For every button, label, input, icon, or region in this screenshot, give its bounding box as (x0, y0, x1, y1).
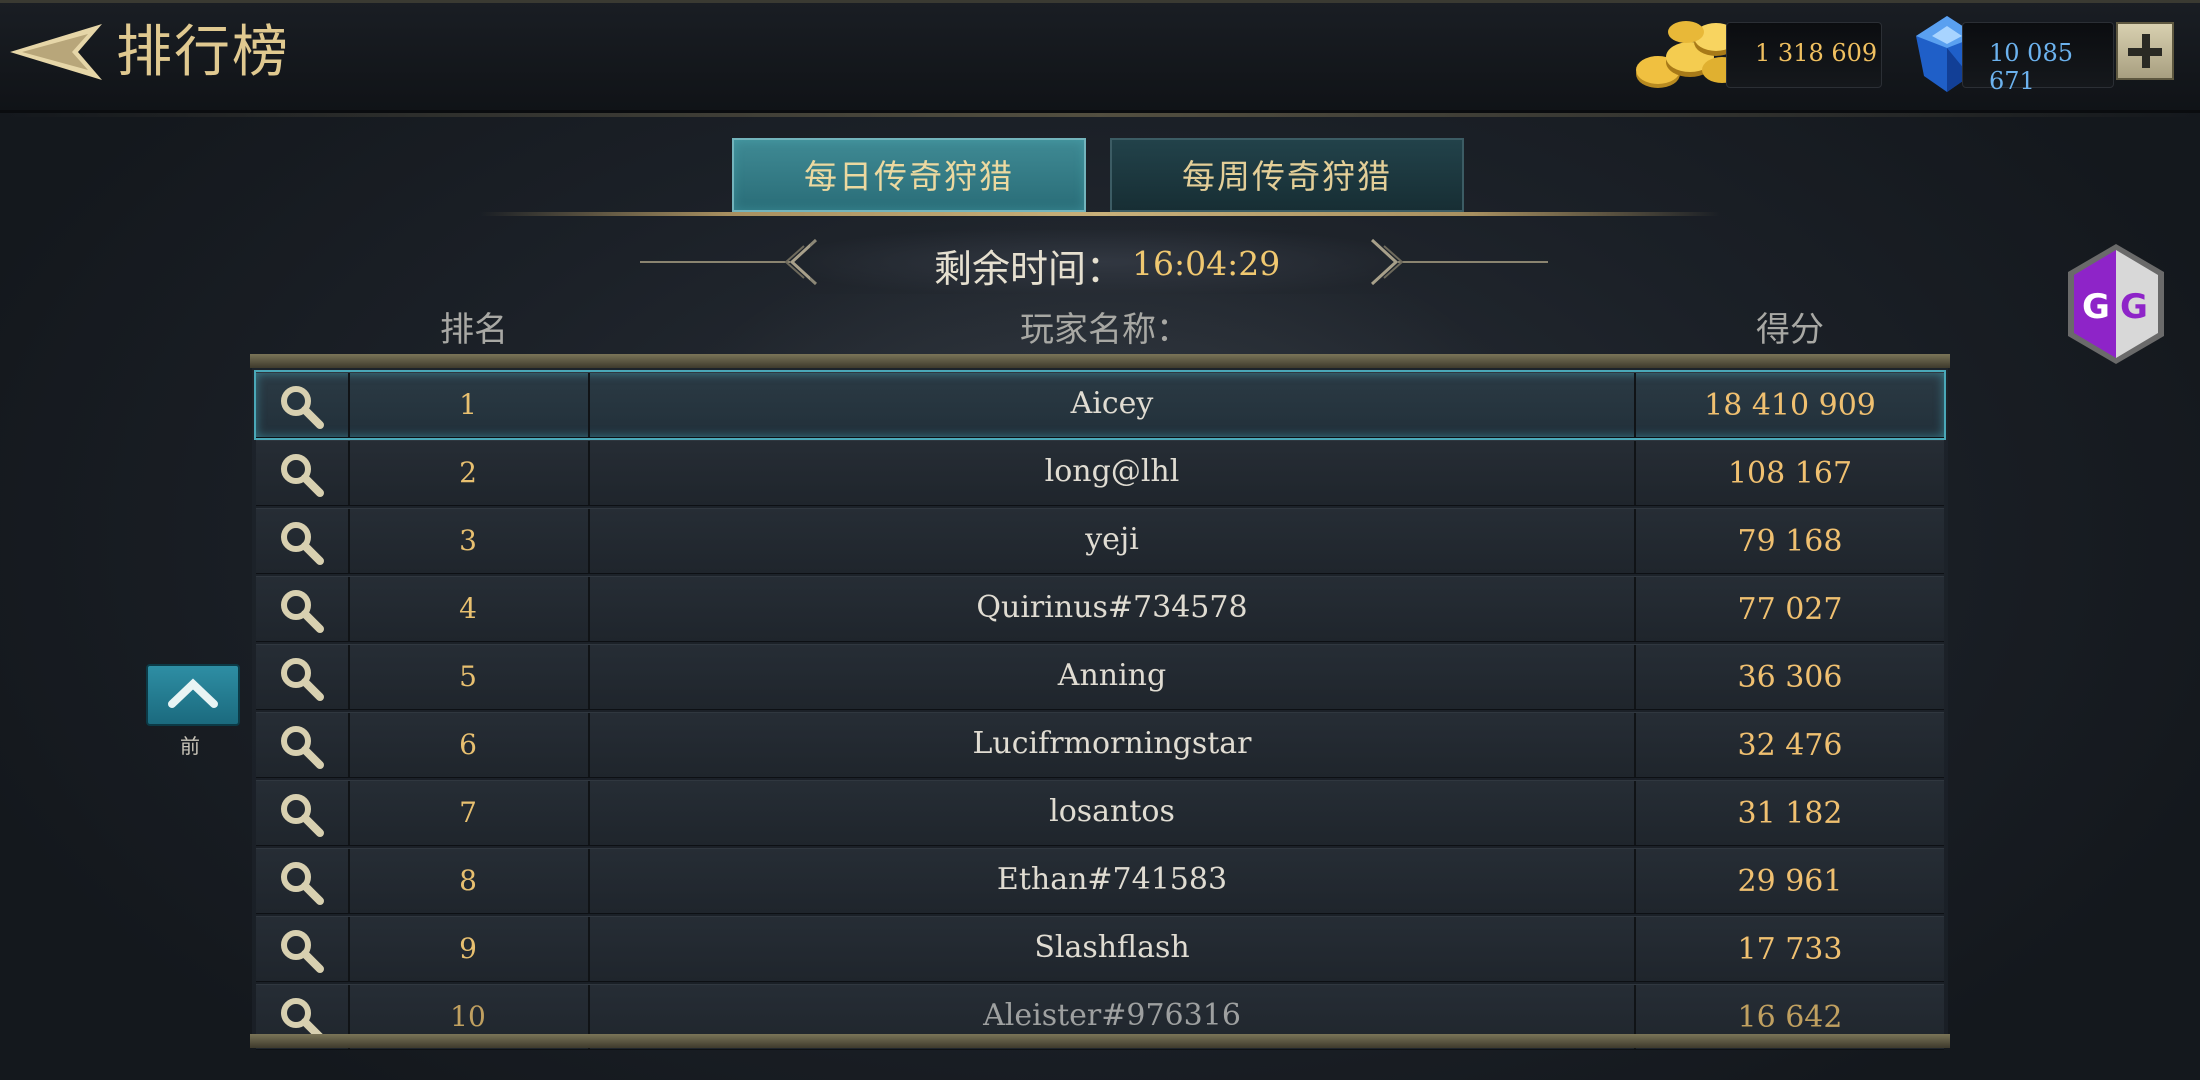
arrow-left-icon[interactable] (8, 20, 104, 84)
magnifier-icon[interactable] (256, 509, 350, 573)
gems-counter: 10 085 671 (1962, 22, 2114, 95)
table-row[interactable]: 3 yeji 79 168 (256, 508, 1944, 574)
table-frame-top (250, 354, 1950, 368)
magnifier-icon[interactable] (256, 441, 350, 505)
plus-icon[interactable] (2116, 22, 2174, 80)
coins-counter: 1 318 609 (1726, 22, 1882, 88)
player-name-cell: Anning (590, 645, 1636, 709)
rank-cell: 2 (348, 441, 590, 505)
rank-cell: 4 (348, 577, 590, 641)
scroll-top-label: 前 (180, 734, 200, 758)
score-cell: 32 476 (1737, 728, 1843, 763)
table-row[interactable]: 9 Slashflash 17 733 (256, 916, 1944, 982)
score-cell: 77 027 (1737, 592, 1843, 627)
page-title: 排行榜 (116, 20, 290, 85)
header-rank: 排名 (440, 310, 508, 350)
svg-text:G: G (2082, 287, 2110, 327)
timer-value: 16:04:29 (1132, 244, 1281, 283)
table-row[interactable]: 5 Anning 36 306 (256, 644, 1944, 710)
rank-cell: 5 (348, 645, 590, 709)
svg-text:G: G (2120, 287, 2148, 327)
magnifier-icon[interactable] (256, 781, 350, 845)
player-name-cell: long@lhl (590, 441, 1636, 505)
player-name-cell: losantos (590, 781, 1636, 845)
rank-cell: 8 (348, 849, 590, 913)
score-cell: 31 182 (1737, 796, 1843, 831)
magnifier-icon[interactable] (256, 713, 350, 777)
timer-label: 剩余时间： (934, 247, 1125, 291)
score-cell: 17 733 (1737, 932, 1843, 967)
tab-daily-hunt[interactable]: 每日传奇狩猎 (732, 138, 1086, 212)
score-cell: 29 961 (1737, 864, 1843, 899)
table-row[interactable]: 6 Lucifrmorningstar 32 476 (256, 712, 1944, 778)
rank-cell: 3 (348, 509, 590, 573)
rank-cell: 7 (348, 781, 590, 845)
header-player-name: 玩家名称： (1020, 310, 1190, 350)
scroll-top-button[interactable] (146, 664, 240, 726)
table-frame-bottom (250, 1034, 1950, 1048)
leaderboard-table: 1 Aicey 18 410 909 2 long@lhl 108 167 3 yeji 79 … (250, 354, 1950, 1050)
rank-cell: 9 (348, 917, 590, 981)
table-row[interactable]: 2 long@lhl 108 167 (256, 440, 1944, 506)
top-bar: 排行榜 1 318 609 10 085 671 (0, 0, 2200, 117)
player-name-cell: Quirinus#734578 (590, 577, 1636, 641)
timer-panel: 剩余时间： 16:04:29 (810, 230, 1390, 294)
score-cell: 36 306 (1737, 660, 1843, 695)
chevron-up-icon (168, 678, 218, 708)
header-score: 得分 (1756, 310, 1824, 350)
magnifier-icon[interactable] (256, 373, 350, 437)
score-cell: 108 167 (1727, 456, 1853, 491)
game-guardian-icon[interactable]: G G (2064, 242, 2168, 366)
divider (480, 212, 1720, 216)
rank-cell: 6 (348, 713, 590, 777)
tab-weekly-hunt[interactable]: 每周传奇狩猎 (1110, 138, 1464, 212)
table-row[interactable]: 8 Ethan#741583 29 961 (256, 848, 1944, 914)
magnifier-icon[interactable] (256, 645, 350, 709)
magnifier-icon[interactable] (256, 577, 350, 641)
table-row[interactable]: 1 Aicey 18 410 909 (254, 370, 1946, 440)
score-cell: 18 410 909 (1704, 388, 1876, 423)
magnifier-icon[interactable] (256, 917, 350, 981)
coins-value: 1 318 609 (1755, 39, 1878, 67)
leaderboard-rows[interactable]: 1 Aicey 18 410 909 2 long@lhl 108 167 3 yeji 79 … (254, 370, 1946, 1052)
magnifier-icon[interactable] (256, 849, 350, 913)
player-name-cell: Aicey (590, 373, 1636, 437)
gems-value: 10 085 671 (1989, 39, 2073, 95)
player-name-cell: Ethan#741583 (590, 849, 1636, 913)
table-row[interactable]: 7 losantos 31 182 (256, 780, 1944, 846)
ornament-left-icon (640, 238, 818, 286)
table-row[interactable]: 4 Quirinus#734578 77 027 (256, 576, 1944, 642)
player-name-cell: Lucifrmorningstar (590, 713, 1636, 777)
score-cell: 79 168 (1737, 524, 1843, 559)
player-name-cell: yeji (590, 509, 1636, 573)
ornament-right-icon (1370, 238, 1548, 286)
player-name-cell: Slashflash (590, 917, 1636, 981)
rank-cell: 1 (348, 373, 590, 437)
